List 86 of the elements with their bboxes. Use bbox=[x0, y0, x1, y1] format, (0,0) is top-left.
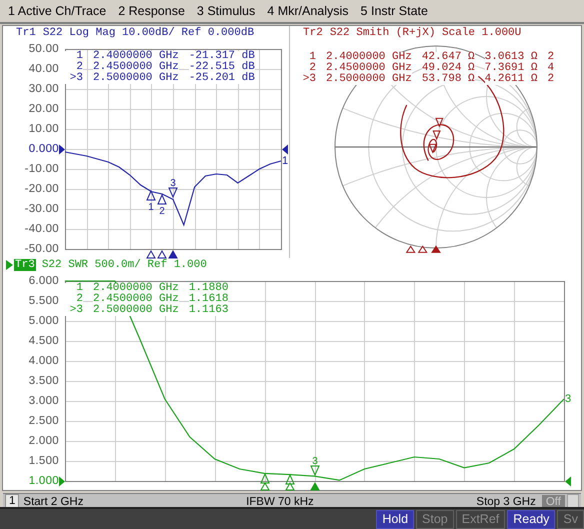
axis-label: 20.00 bbox=[28, 102, 59, 117]
marker-value: 53.798 Ω bbox=[422, 74, 475, 85]
menu-item[interactable]: 5 Instr State bbox=[354, 4, 434, 18]
reference-level-icon bbox=[59, 476, 65, 486]
axis-label: 6.000 bbox=[28, 274, 59, 289]
marker-value: 49.024 Ω bbox=[422, 63, 475, 74]
if-bandwidth: IFBW 70 kHz bbox=[246, 496, 314, 508]
marker-label: 3 bbox=[170, 178, 176, 189]
marker-label: 2 bbox=[159, 206, 165, 217]
marker-icon bbox=[428, 144, 437, 154]
axis-label: 4.000 bbox=[28, 354, 59, 369]
menu-item[interactable]: 4 Mkr/Analysis bbox=[261, 4, 355, 18]
marker-frequency: 2.4000000 GHz bbox=[93, 51, 179, 62]
axis-label: -50.00 bbox=[24, 242, 59, 257]
axis-label: 5.500 bbox=[28, 294, 59, 309]
axis-label: 2.500 bbox=[28, 414, 59, 429]
reference-level-icon bbox=[282, 144, 288, 154]
marker-number: 2 bbox=[65, 62, 83, 73]
trace-title: S22 Smith (R+jX) Scale 1.000U bbox=[330, 27, 522, 39]
axis-label: -40.00 bbox=[24, 222, 59, 237]
marker-frequency: 2.4500000 GHz bbox=[93, 294, 179, 305]
marker-icon bbox=[260, 472, 270, 484]
marker-number: 2 bbox=[65, 294, 83, 305]
status-indicator: Hold bbox=[376, 510, 414, 528]
marker-value: -22.515 dB bbox=[188, 62, 255, 73]
marker-value: 1.1618 bbox=[188, 294, 228, 305]
marker-icon bbox=[146, 190, 156, 200]
status-indicator: Sv bbox=[557, 510, 584, 528]
axis-label: 50.00 bbox=[28, 42, 59, 57]
axis-label: 10.00 bbox=[28, 122, 59, 137]
axis-label: 5.000 bbox=[28, 314, 59, 329]
axis-label: 30.00 bbox=[28, 82, 59, 97]
reference-level-icon bbox=[565, 476, 571, 486]
marker-frequency: 2.5000000 GHz bbox=[93, 73, 179, 84]
marker-label: 3 bbox=[312, 456, 318, 467]
axis-label: 0.000 bbox=[28, 142, 59, 157]
marker-label: 1 bbox=[148, 202, 154, 213]
menu-item[interactable]: 3 Stimulus bbox=[190, 4, 262, 18]
stop-frequency: Stop 3 GHz bbox=[476, 496, 536, 508]
axis-label: -30.00 bbox=[24, 202, 59, 217]
axis-label: 1.500 bbox=[28, 454, 59, 469]
marker-icon bbox=[310, 466, 320, 476]
trace-title: S22 SWR 500.0m/ Ref 1.000 bbox=[42, 259, 207, 271]
trace-number-label: 3 bbox=[565, 393, 572, 405]
trace-title: S22 Log Mag 10.00dB/ Ref 0.000dB bbox=[42, 27, 254, 39]
marker-number: 1 bbox=[65, 283, 83, 294]
axis-label: 1.000 bbox=[28, 474, 59, 489]
marker-value: 7.3691 Ω bbox=[484, 63, 538, 74]
marker-value: 42.647 Ω bbox=[422, 52, 475, 63]
axis-label: -20.00 bbox=[24, 182, 59, 197]
axis-label: 3.500 bbox=[28, 374, 59, 389]
marker-icon bbox=[432, 130, 441, 140]
axis-label: 2.000 bbox=[28, 434, 59, 449]
status-indicator: Ready bbox=[507, 510, 556, 528]
status-indicator: Stop bbox=[416, 510, 454, 528]
trace-name[interactable]: Tr1 bbox=[15, 27, 37, 39]
axis-label: 4.500 bbox=[28, 334, 59, 349]
marker-icon bbox=[168, 188, 178, 198]
axis-label: 40.00 bbox=[28, 62, 59, 77]
marker-frequency: 2.4500000 GHz bbox=[326, 63, 412, 74]
marker-frequency: 2.4000000 GHz bbox=[93, 283, 179, 294]
marker-value: -21.317 dB bbox=[188, 51, 255, 62]
marker-frequency: 2.4000000 GHz bbox=[326, 52, 412, 63]
marker-value: 1.1880 bbox=[188, 283, 228, 294]
marker-number: >3 bbox=[65, 305, 83, 316]
marker-icon bbox=[157, 194, 167, 204]
trace-name[interactable]: Tr2 bbox=[302, 27, 324, 39]
trace-number-label: 1 bbox=[282, 155, 288, 167]
marker-value: -25.201 dB bbox=[188, 73, 255, 84]
axis-label: -10.00 bbox=[24, 162, 59, 177]
marker-frequency: 2.5000000 GHz bbox=[326, 74, 412, 85]
reference-level-icon bbox=[59, 144, 65, 154]
marker-icon bbox=[285, 474, 295, 484]
status-indicator: ExtRef bbox=[456, 510, 506, 528]
marker-value: 4.2611 Ω bbox=[484, 74, 538, 85]
start-frequency: Start 2 GHz bbox=[23, 496, 84, 508]
marker-number: >3 bbox=[65, 73, 83, 84]
menu-item[interactable]: 2 Response bbox=[112, 4, 191, 18]
marker-frequency: 2.5000000 GHz bbox=[93, 305, 179, 316]
marker-value: 3.0613 Ω bbox=[484, 52, 538, 63]
marker-icon bbox=[435, 118, 444, 128]
marker-value: 1.1163 bbox=[188, 305, 228, 316]
marker-frequency: 2.4500000 GHz bbox=[93, 62, 179, 73]
menu-item[interactable]: 1 Active Ch/Trace bbox=[2, 4, 112, 18]
marker-number: 1 bbox=[65, 51, 83, 62]
axis-label: 3.000 bbox=[28, 394, 59, 409]
